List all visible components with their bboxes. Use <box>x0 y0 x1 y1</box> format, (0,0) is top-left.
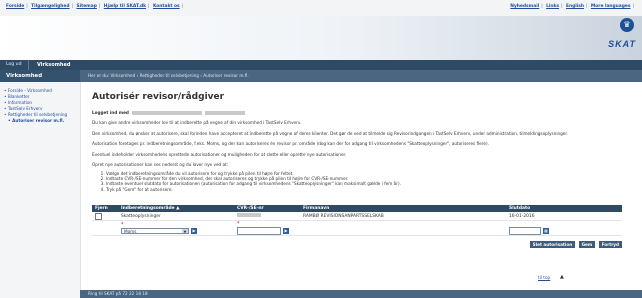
col-firm[interactable]: Firmanavn <box>300 205 506 212</box>
sidebar-item-rettigheder[interactable]: • Rettigheder til selvbetjening <box>4 112 80 117</box>
new-row: * Moms ▼ ▶ * ▶ ▦ <box>92 220 622 236</box>
authorizations-table-wrap: Fjern Indberetningsområde ▲ CVR-/SE-nr F… <box>92 205 622 248</box>
info-text-4: Opret nye autorisationer kan ses nederst… <box>92 162 229 168</box>
header-banner <box>0 16 642 60</box>
cell-enddate: 16-01-2016 <box>506 212 622 221</box>
skat-logo[interactable]: SKAT <box>608 39 636 49</box>
link-more-languages[interactable]: More languages <box>591 4 631 9</box>
logged-in-info: Logget ind med <box>92 110 622 115</box>
info-text-3: Eventuel indeholder virksomhedens oprett… <box>92 151 347 157</box>
save-button[interactable]: Gem <box>578 241 596 248</box>
cell-firm: RAMBØ REVISIONSANPARTSSELSKAB <box>300 212 506 221</box>
cvr-input[interactable] <box>237 227 281 235</box>
arrow-up-icon[interactable]: ▲ <box>560 274 564 280</box>
sidebar: Virksomhed • Forside - Virksomhed • Blan… <box>0 70 81 298</box>
col-fjern: Fjern <box>92 205 118 212</box>
table-row: Skatteoplysninger RAMBØ REVISIONSANPARTS… <box>92 212 622 221</box>
main-nav: Log ud Virksomhed <box>0 60 642 70</box>
col-area[interactable]: Indberetningsområde ▲ <box>118 205 234 212</box>
link-forside[interactable]: Forside <box>6 4 24 9</box>
remove-checkbox[interactable] <box>95 212 102 220</box>
main-content: Autorisér revisor/rådgiver Logget ind me… <box>92 92 622 192</box>
top-utility-bar: Forside | Tilgængelighed | Sitemap | Hjælp … <box>0 0 642 17</box>
cvr-arrow-button[interactable]: ▶ <box>283 228 289 234</box>
top-links-left: Forside | Tilgængelighed | Sitemap | Hjælp … <box>6 4 184 9</box>
link-help[interactable]: Hjælp til SKAT.dk <box>104 4 146 9</box>
action-buttons: Slet autorisation Gem Fortryd <box>528 241 622 248</box>
col-enddate[interactable]: Slutdato <box>506 205 622 212</box>
sidebar-heading: Virksomhed <box>0 70 80 82</box>
link-newsletter[interactable]: Nyhedsmail <box>510 4 539 9</box>
redacted-user <box>131 111 202 115</box>
cancel-button[interactable]: Fortryd <box>598 241 622 248</box>
link-contact[interactable]: Kontakt os <box>153 4 180 9</box>
tab-virksomhed[interactable]: Virksomhed <box>28 60 78 70</box>
crown-logo-icon: ♛ <box>620 18 634 32</box>
delete-authorization-button[interactable]: Slet autorisation <box>529 241 576 248</box>
info-text-2: Autorisation foretages pr. indberetnings… <box>92 141 489 147</box>
authorizations-table: Fjern Indberetningsområde ▲ CVR-/SE-nr F… <box>92 205 622 236</box>
chevron-down-icon: ▼ <box>182 228 188 234</box>
col-cvr[interactable]: CVR-/SE-nr <box>234 205 300 212</box>
info-text-1: Den virksomhed, du ønsker at autorisere,… <box>92 130 569 136</box>
link-tilgaengelighed[interactable]: Tilgængelighed <box>31 4 69 9</box>
cell-area: Skatteoplysninger <box>118 212 234 221</box>
sidebar-item-tastselv[interactable]: • TastSelv Erhverv <box>4 106 80 111</box>
to-top-link[interactable]: til top <box>538 275 550 280</box>
link-links[interactable]: Links <box>546 4 559 9</box>
footer: Ring til SKAT på 72 22 18 18 <box>80 290 642 298</box>
intro-text: Du kan give andre virksomheder lov til a… <box>92 120 302 125</box>
top-links-right: Nyhedsmail | Links | English | More languag… <box>510 4 634 9</box>
page-title: Autorisér revisor/rådgiver <box>92 92 225 102</box>
cell-cvr <box>234 212 300 221</box>
sidebar-item-forside[interactable]: • Forside - Virksomhed <box>4 88 80 93</box>
area-select[interactable]: Moms ▼ <box>121 227 189 234</box>
sidebar-item-autoriser[interactable]: • Autoriser revisor m.fl. <box>8 118 80 123</box>
area-arrow-button[interactable]: ▶ <box>191 227 197 234</box>
breadcrumb: Her er du: Virksomhed › Rettigheder til … <box>80 70 642 82</box>
link-sitemap[interactable]: Sitemap <box>76 4 96 9</box>
enddate-input[interactable] <box>509 226 541 235</box>
sidebar-item-blanketter[interactable]: • Blanketter <box>4 94 80 99</box>
sidebar-item-information[interactable]: • Information <box>4 100 80 105</box>
calendar-icon[interactable]: ▦ <box>543 227 549 234</box>
logout-link[interactable]: Log ud <box>6 62 22 67</box>
link-english[interactable]: English <box>566 4 584 9</box>
step-item: Tryk på "Gem" for at autorisere. <box>106 187 622 192</box>
steps-list: Vælge det indberetningsområde du vil aut… <box>100 171 622 192</box>
